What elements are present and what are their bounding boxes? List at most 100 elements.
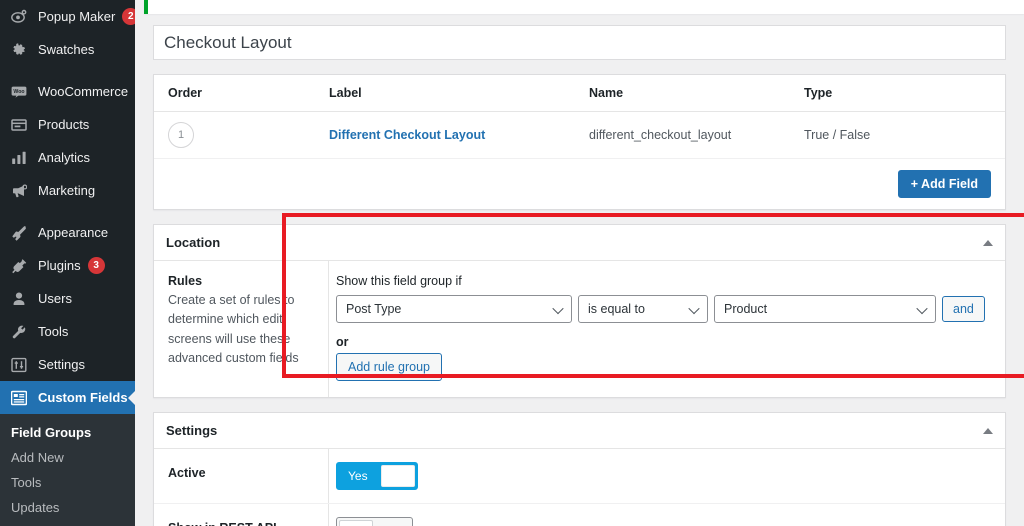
submenu-item-add-new[interactable]: Add New	[0, 445, 135, 470]
custom-fields-icon	[9, 388, 29, 408]
cell-order: 1	[154, 111, 329, 159]
admin-sidebar: Popup Maker 2 Swatches Woo WooCommerce Produc…	[0, 0, 135, 526]
sidebar-item-label: Popup Maker	[38, 9, 116, 24]
location-panel-title: Location	[166, 235, 221, 250]
sidebar-submenu: Field Groups Add New Tools Updates	[0, 414, 135, 526]
rule-value-value: Product	[724, 302, 768, 316]
toggle-knob[interactable]	[380, 465, 415, 487]
settings-panel-body: Active Yes Show in REST API No	[154, 449, 1005, 526]
sliders-icon	[9, 355, 29, 375]
woocommerce-icon: Woo	[9, 82, 29, 102]
sidebar-item-products[interactable]: Products	[0, 108, 135, 141]
table-row[interactable]: 1 Different Checkout Layout different_chec…	[154, 111, 1005, 159]
wordpress-admin-screen: Popup Maker 2 Swatches Woo WooCommerce Produc…	[0, 0, 1024, 526]
submenu-item-updates[interactable]: Updates	[0, 495, 135, 520]
user-icon	[9, 289, 29, 309]
analytics-icon	[9, 148, 29, 168]
add-and-rule-button[interactable]: and	[942, 296, 985, 322]
toggle-show-in-rest-api[interactable]: No	[336, 517, 414, 526]
sidebar-item-label: Custom Fields	[38, 390, 128, 405]
toggle-state-label: Yes	[348, 469, 368, 483]
rules-heading: Rules	[168, 274, 203, 288]
chevron-up-icon[interactable]	[983, 239, 993, 246]
sidebar-item-popup-maker[interactable]: Popup Maker 2	[0, 0, 135, 33]
sidebar-item-swatches[interactable]: Swatches	[0, 33, 135, 66]
sidebar-item-settings[interactable]: Settings	[0, 348, 135, 381]
sidebar-item-label: Users	[38, 291, 72, 306]
column-header-order: Order	[154, 75, 329, 112]
plugins-icon	[9, 256, 29, 276]
sidebar-item-label: Analytics	[38, 150, 91, 165]
paintbrush-icon	[9, 223, 29, 243]
fields-table-footer: + Add Field	[154, 159, 1005, 209]
location-rules-column: Show this field group if Post Type is eq…	[329, 261, 1005, 397]
submenu-item-tools[interactable]: Tools	[0, 470, 135, 495]
popup-maker-icon	[9, 7, 29, 27]
sidebar-item-users[interactable]: Users	[0, 282, 135, 315]
sidebar-item-plugins[interactable]: Plugins 3	[0, 249, 135, 282]
column-header-label: Label	[329, 75, 589, 112]
toggle-state-label: No	[375, 518, 412, 526]
submenu-item-field-groups[interactable]: Field Groups	[0, 420, 135, 445]
location-rules-description-column: Rules Create a set of rules to determine…	[154, 261, 329, 397]
sidebar-item-analytics[interactable]: Analytics	[0, 141, 135, 174]
sidebar-separator	[0, 207, 135, 216]
chevron-up-icon[interactable]	[983, 427, 993, 434]
location-panel-header[interactable]: Location	[154, 225, 1005, 261]
sidebar-item-label: Products	[38, 117, 90, 132]
settings-row-label: Active	[154, 449, 329, 503]
rule-param-select[interactable]: Post Type	[336, 295, 572, 323]
settings-row-control: No	[329, 504, 1005, 526]
cell-name: different_checkout_layout	[589, 111, 804, 159]
main-content: Checkout Layout Order Label Name Type 1 D…	[135, 0, 1024, 526]
rule-row: Post Type is equal to Product and	[336, 295, 991, 323]
or-separator-label: or	[336, 335, 349, 349]
megaphone-icon	[9, 181, 29, 201]
column-header-name: Name	[589, 75, 804, 112]
sidebar-item-appearance[interactable]: Appearance	[0, 216, 135, 249]
sidebar-item-label: Swatches	[38, 42, 95, 57]
title-value: Checkout Layout	[164, 32, 292, 52]
toggle-active[interactable]: Yes	[336, 462, 418, 490]
sidebar-item-woocommerce[interactable]: Woo WooCommerce	[0, 75, 135, 108]
add-field-button[interactable]: + Add Field	[897, 170, 991, 198]
column-header-type: Type	[804, 75, 1005, 112]
settings-row-control: Yes	[329, 449, 1005, 503]
settings-row-label: Show in REST API	[154, 504, 329, 526]
add-rule-group-button[interactable]: Add rule group	[336, 353, 443, 381]
rules-description: Create a set of rules to determine which…	[168, 293, 299, 366]
admin-notice	[144, 0, 1024, 14]
sidebar-item-label: Appearance	[38, 225, 109, 240]
sidebar-item-tools[interactable]: Tools	[0, 315, 135, 348]
sidebar-item-label: Plugins	[38, 258, 81, 273]
sidebar-item-custom-fields[interactable]: Custom Fields	[0, 381, 135, 414]
rule-operator-value: is equal to	[588, 302, 645, 316]
settings-panel: Settings Active Yes Show in REST API No	[153, 412, 1006, 526]
toggle-knob[interactable]	[339, 520, 373, 526]
field-group-title-input[interactable]: Checkout Layout	[153, 25, 1006, 60]
rule-operator-select[interactable]: is equal to	[578, 295, 708, 323]
order-badge: 1	[168, 122, 194, 148]
sidebar-item-marketing[interactable]: Marketing	[0, 174, 135, 207]
sidebar-item-badge: 3	[87, 257, 105, 274]
sidebar-item-label: Marketing	[38, 183, 96, 198]
settings-panel-header[interactable]: Settings	[154, 413, 1005, 449]
cell-type: True / False	[804, 111, 1005, 159]
settings-row: Active Yes	[154, 449, 1005, 504]
sidebar-item-label: WooCommerce	[38, 84, 129, 99]
sidebar-item-label: Tools	[38, 324, 69, 339]
rules-lead-text: Show this field group if	[336, 274, 462, 288]
sidebar-item-badge: 2	[122, 8, 135, 25]
gear-icon	[9, 40, 29, 60]
fields-table: Order Label Name Type 1 Different Checkou…	[154, 75, 1005, 159]
rule-value-select[interactable]: Product	[714, 295, 936, 323]
sidebar-separator	[0, 66, 135, 75]
wrench-icon	[9, 322, 29, 342]
location-panel: Location Rules Create a set of rules to …	[153, 224, 1006, 398]
field-label-link[interactable]: Different Checkout Layout	[329, 128, 485, 142]
sidebar-item-label: Settings	[38, 357, 85, 372]
products-icon	[9, 115, 29, 135]
settings-row: Show in REST API No	[154, 504, 1005, 526]
location-panel-body: Rules Create a set of rules to determine…	[154, 261, 1005, 397]
cell-label: Different Checkout Layout	[329, 111, 589, 159]
